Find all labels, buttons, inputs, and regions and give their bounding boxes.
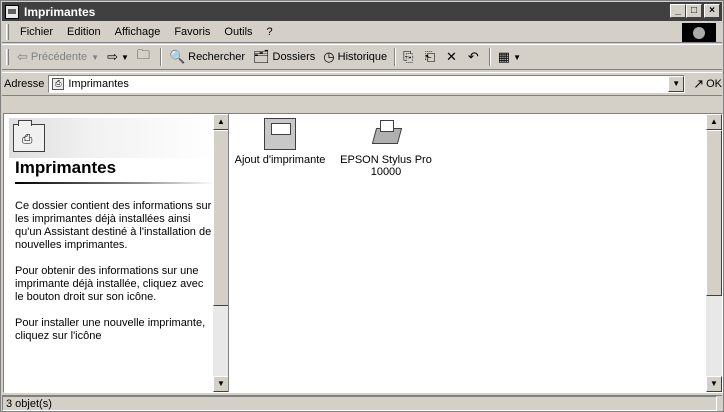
history-label: Historique bbox=[337, 51, 388, 63]
menu-help[interactable]: ? bbox=[260, 26, 280, 38]
status-bar: 3 objet(s) bbox=[2, 395, 722, 411]
back-button[interactable]: ⇦ Précédente ▼ bbox=[13, 49, 103, 65]
standard-toolbar: ⇦ Précédente ▼ ⇨ ▼ 🗀 🔍 Rechercher 🗂 Doss… bbox=[2, 44, 722, 70]
copy-to-button[interactable]: ⎗ bbox=[421, 49, 442, 65]
description-paragraph: Ce dossier contient des informations sur… bbox=[15, 200, 212, 251]
address-label: Adresse bbox=[4, 78, 45, 90]
scroll-up-icon[interactable]: ▲ bbox=[706, 114, 722, 130]
printer-folder-icon: ⎙ bbox=[52, 78, 65, 90]
toolbar-separator bbox=[488, 48, 491, 66]
back-arrow-icon: ⇦ bbox=[17, 49, 28, 64]
file-list-pane: Ajout d'imprimante EPSON Stylus Pro 1000… bbox=[230, 114, 722, 392]
forward-button[interactable]: ⇨ ▼ bbox=[103, 49, 133, 65]
folders-label: Dossiers bbox=[272, 51, 316, 63]
windows-logo-throbber bbox=[682, 23, 716, 42]
menu-affichage[interactable]: Affichage bbox=[108, 26, 168, 38]
windows-logo-icon bbox=[693, 26, 705, 39]
left-scrollbar[interactable]: ▲ ▼ bbox=[213, 114, 228, 392]
forward-arrow-icon: ⇨ bbox=[107, 49, 118, 64]
scroll-thumb[interactable] bbox=[213, 130, 228, 306]
pane-description: Ce dossier contient des informations sur… bbox=[15, 200, 213, 356]
copy-to-icon: ⎗ bbox=[424, 49, 435, 64]
search-label: Rechercher bbox=[188, 51, 245, 63]
printer-icon bbox=[370, 118, 402, 150]
move-to-icon: ⎘ bbox=[403, 49, 414, 64]
search-button[interactable]: 🔍 Rechercher bbox=[165, 49, 249, 65]
up-folder-icon: 🗀 bbox=[136, 47, 150, 62]
status-text: 3 objet(s) bbox=[2, 396, 717, 411]
toolbar-separator bbox=[159, 48, 162, 66]
add-printer-icon bbox=[264, 118, 296, 150]
go-arrow-icon: ↗ bbox=[693, 76, 705, 91]
go-button[interactable]: ↗ OK bbox=[693, 76, 722, 92]
folders-button[interactable]: 🗂 Dossiers bbox=[249, 49, 319, 65]
undo-button[interactable]: ↶ bbox=[464, 49, 486, 65]
views-button[interactable]: ▦ ▼ bbox=[494, 49, 525, 65]
address-dropdown-icon[interactable]: ▼ bbox=[668, 76, 685, 92]
pane-title: Imprimantes bbox=[15, 158, 117, 177]
file-item-epson[interactable]: EPSON Stylus Pro 10000 bbox=[336, 118, 436, 178]
menubar-grip bbox=[6, 24, 9, 40]
window-controls: _ □ × bbox=[670, 4, 720, 18]
scroll-down-icon[interactable]: ▼ bbox=[213, 376, 228, 392]
menu-outils[interactable]: Outils bbox=[217, 26, 259, 38]
search-icon: 🔍 bbox=[168, 49, 186, 64]
up-folder-button[interactable]: 🗀 bbox=[133, 46, 157, 68]
maximize-button[interactable]: □ bbox=[686, 4, 702, 18]
file-item-add-printer[interactable]: Ajout d'imprimante bbox=[230, 118, 330, 166]
printers-folder-icon: ⎙ bbox=[13, 120, 45, 152]
move-to-button[interactable]: ⎘ bbox=[399, 49, 420, 65]
scroll-down-icon[interactable]: ▼ bbox=[706, 376, 722, 392]
address-field[interactable]: ⎙ Imprimantes ▼ bbox=[48, 75, 686, 93]
scroll-thumb[interactable] bbox=[706, 130, 722, 296]
title-bar[interactable]: Imprimantes _ □ × bbox=[2, 2, 722, 21]
undo-icon: ↶ bbox=[467, 49, 479, 64]
address-bar: Adresse ⎙ Imprimantes ▼ ↗ OK bbox=[2, 72, 722, 96]
toolbar-separator bbox=[394, 48, 397, 66]
window-title: Imprimantes bbox=[24, 4, 96, 19]
folders-icon: 🗂 bbox=[252, 49, 270, 64]
right-scrollbar[interactable]: ▲ ▼ bbox=[706, 114, 722, 392]
printer-folder-icon bbox=[5, 4, 19, 19]
delete-icon: ✕ bbox=[445, 49, 457, 64]
forward-dropdown-icon[interactable]: ▼ bbox=[121, 53, 129, 62]
file-item-label: Ajout d'imprimante bbox=[234, 154, 326, 166]
views-icon: ▦ bbox=[497, 49, 511, 64]
menu-bar: Fichier Edition Affichage Favoris Outils… bbox=[2, 22, 722, 43]
address-value: Imprimantes bbox=[68, 78, 129, 90]
file-item-label: EPSON Stylus Pro 10000 bbox=[340, 154, 432, 178]
go-label: OK bbox=[706, 78, 722, 90]
scroll-up-icon[interactable]: ▲ bbox=[213, 114, 228, 130]
explorer-window: Imprimantes _ □ × Fichier Edition Affich… bbox=[0, 0, 724, 412]
menu-fichier[interactable]: Fichier bbox=[13, 26, 60, 38]
minimize-button[interactable]: _ bbox=[670, 4, 686, 18]
menu-favoris[interactable]: Favoris bbox=[167, 26, 217, 38]
back-label: Précédente bbox=[30, 51, 88, 63]
views-dropdown-icon[interactable]: ▼ bbox=[513, 53, 521, 62]
delete-button[interactable]: ✕ bbox=[442, 49, 464, 65]
menu-edition[interactable]: Edition bbox=[60, 26, 108, 38]
history-button[interactable]: ◷ Historique bbox=[319, 49, 391, 65]
toolbar-grip bbox=[6, 49, 9, 65]
history-icon: ◷ bbox=[323, 49, 335, 64]
close-button[interactable]: × bbox=[704, 4, 720, 18]
content-area: ⎙ Imprimantes Ce dossier contient des in… bbox=[3, 113, 723, 393]
description-paragraph: Pour obtenir des informations sur une im… bbox=[15, 265, 204, 303]
web-view-pane: ⎙ Imprimantes Ce dossier contient des in… bbox=[5, 114, 229, 392]
back-dropdown-icon[interactable]: ▼ bbox=[91, 53, 99, 62]
title-divider bbox=[15, 182, 215, 184]
description-paragraph: Pour installer une nouvelle imprimante, … bbox=[15, 317, 206, 342]
